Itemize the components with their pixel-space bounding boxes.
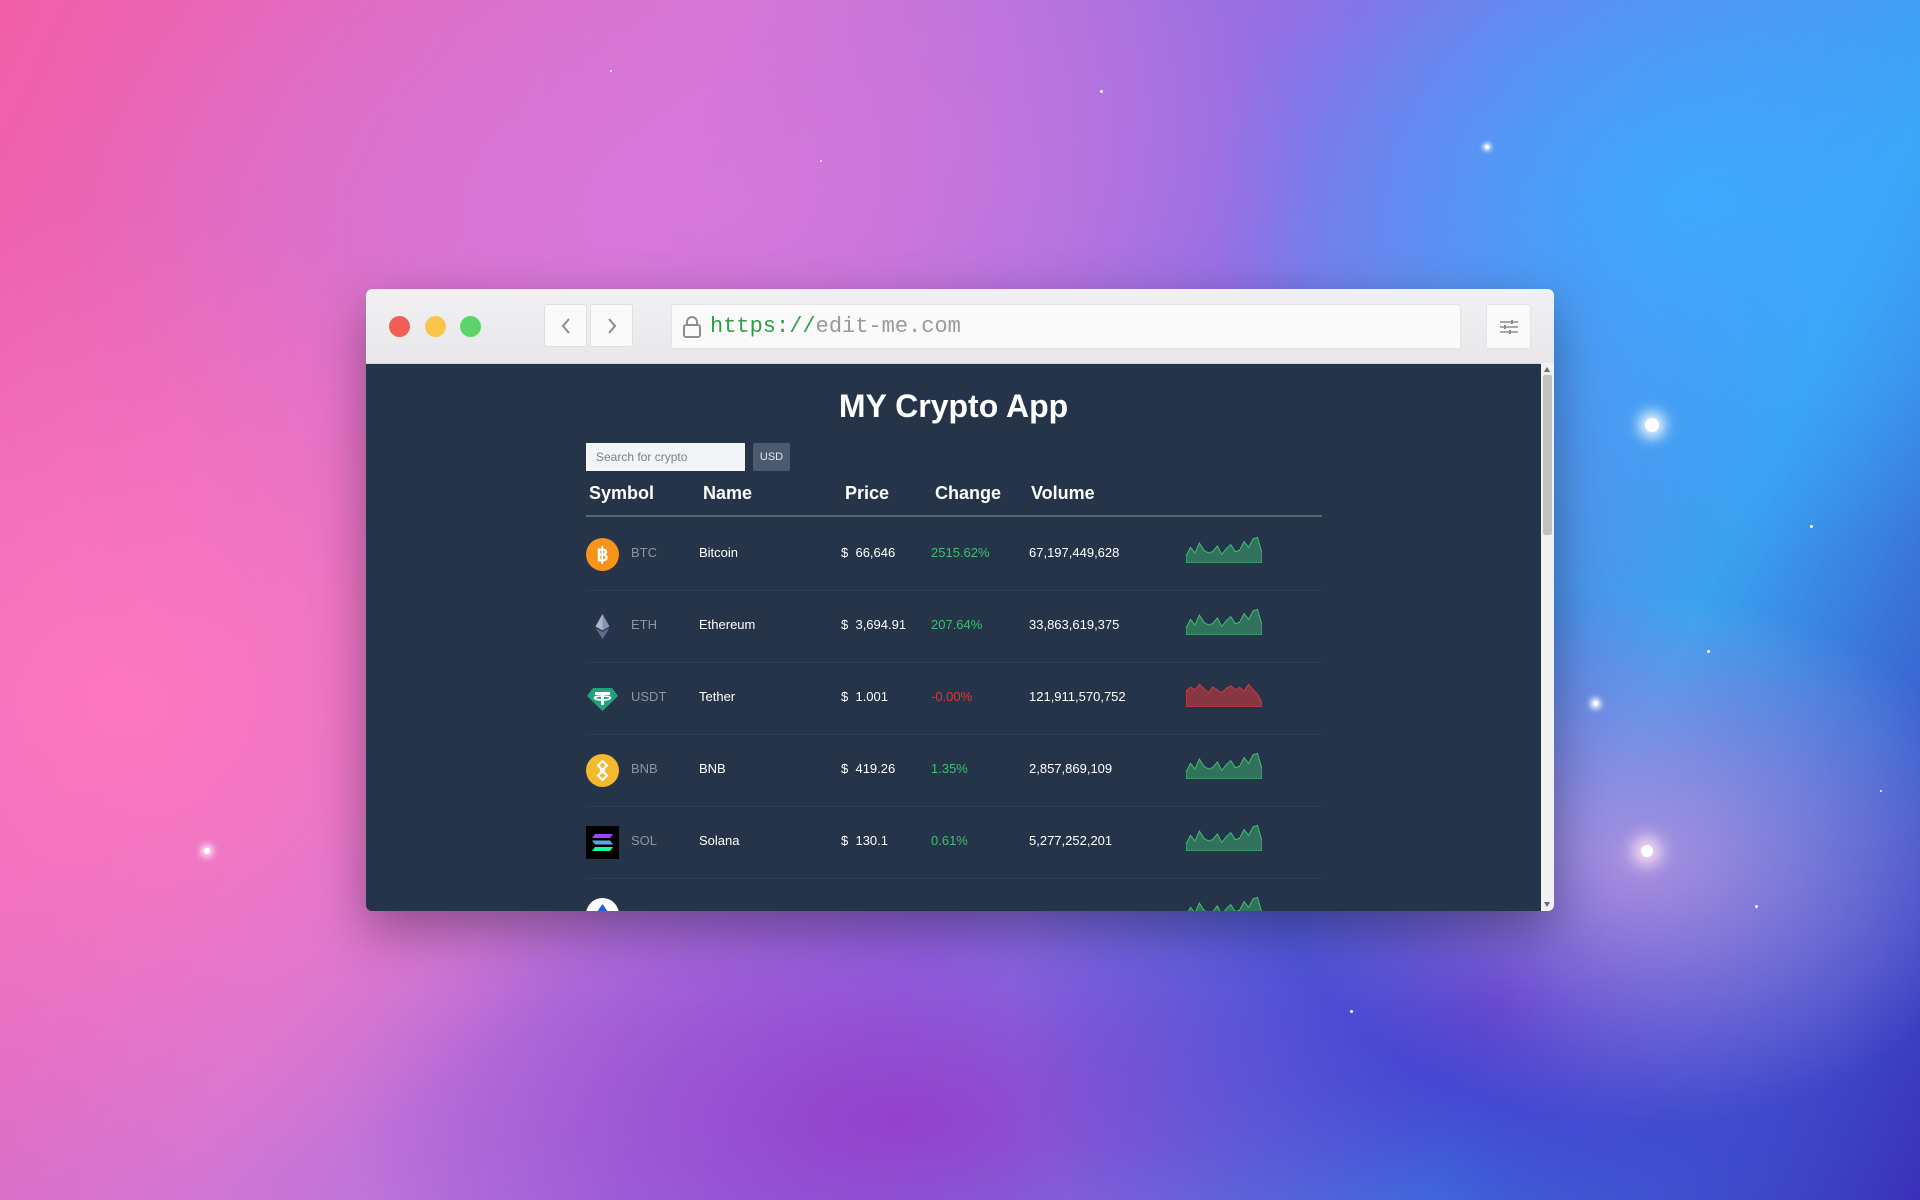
- crypto-name: BNB: [699, 761, 726, 776]
- crypto-name: Ethereum: [699, 617, 756, 632]
- table-row[interactable]: ETH Ethereum $ 3,694.91 207.64% 33,863,6…: [586, 591, 1322, 663]
- column-header-symbol: Symbol: [589, 483, 655, 503]
- crypto-volume: 5,277,252,201: [1029, 833, 1113, 848]
- minimize-window-button[interactable]: [425, 316, 446, 337]
- bitcoin-icon: ฿: [586, 538, 619, 571]
- sparkline-area: [1186, 752, 1262, 779]
- table-row[interactable]: SOL Solana $ 130.1 0.61% 5,277,252,201: [586, 807, 1322, 879]
- table-row[interactable]: [586, 879, 1322, 911]
- crypto-volume: 33,863,619,375: [1029, 617, 1120, 632]
- lock-icon: [682, 315, 702, 338]
- search-input[interactable]: [586, 443, 745, 471]
- ethereum-icon: [595, 614, 610, 639]
- browser-toolbar: https:// edit-me.com: [366, 289, 1554, 364]
- scroll-up-arrow-icon[interactable]: [1544, 367, 1550, 372]
- table-row[interactable]: ฿ BTC Bitcoin $ 66,646 2515.62% 67,197,4…: [586, 519, 1322, 591]
- column-header-price: Price: [845, 483, 890, 503]
- sparkline-area: [1186, 536, 1262, 563]
- scroll-down-arrow-icon[interactable]: [1544, 902, 1550, 907]
- currency-selector[interactable]: USD: [753, 443, 790, 471]
- crypto-symbol: BTC: [631, 545, 657, 560]
- browser-window: https:// edit-me.com MY Crypto App USD S…: [366, 289, 1554, 911]
- chevron-left-icon: [561, 317, 570, 334]
- sparkline-area: [1186, 683, 1262, 707]
- crypto-symbol: BNB: [631, 761, 658, 776]
- table-header: Symbol Name Price Change Volume: [586, 475, 1322, 517]
- svg-text:฿: ฿: [596, 545, 608, 566]
- price-sparkline: [1186, 608, 1262, 635]
- token-icon: [586, 898, 619, 911]
- crypto-change: -0.00%: [931, 689, 973, 704]
- page-title: MY Crypto App: [838, 388, 1069, 424]
- crypto-symbol: SOL: [631, 833, 658, 848]
- forward-button[interactable]: [590, 304, 633, 347]
- crypto-change: 207.64%: [931, 617, 983, 632]
- settings-button[interactable]: [1486, 304, 1531, 349]
- url-host: edit-me.com: [815, 314, 961, 339]
- table-row[interactable]: USDT Tether $ 1.001 -0.00% 121,911,570,7…: [586, 663, 1322, 735]
- sparkline-area: [1186, 824, 1262, 851]
- price-sparkline: [1186, 536, 1262, 563]
- crypto-name: Solana: [699, 833, 740, 848]
- crypto-volume: 2,857,869,109: [1029, 761, 1113, 776]
- vertical-scrollbar[interactable]: [1541, 363, 1554, 911]
- price-sparkline: [1187, 896, 1262, 911]
- url-scheme: https://: [710, 314, 816, 339]
- crypto-price: $ 1.001: [841, 689, 889, 704]
- crypto-name: Bitcoin: [699, 545, 739, 560]
- solana-icon: [586, 826, 619, 859]
- price-sparkline: [1186, 752, 1262, 779]
- sparkline-area: [1186, 608, 1262, 635]
- crypto-price: $ 419.26: [841, 761, 896, 776]
- crypto-price: $ 66,646: [841, 545, 896, 560]
- crypto-change: 2515.62%: [931, 545, 990, 560]
- back-button[interactable]: [544, 304, 587, 347]
- price-sparkline: [1186, 824, 1262, 851]
- tether-icon: [587, 688, 618, 711]
- sliders-icon: [1499, 319, 1518, 334]
- crypto-change: 1.35%: [931, 761, 968, 776]
- table-row[interactable]: BNB BNB $ 419.26 1.35% 2,857,869,109: [586, 735, 1322, 807]
- maximize-window-button[interactable]: [460, 316, 481, 337]
- column-header-name: Name: [703, 483, 753, 503]
- crypto-price: $ 3,694.91: [841, 617, 907, 632]
- column-header-volume: Volume: [1031, 483, 1095, 503]
- crypto-symbol: USDT: [631, 689, 667, 704]
- bnb-icon: [586, 754, 619, 787]
- chevron-right-icon: [607, 317, 616, 334]
- crypto-name: Tether: [699, 689, 736, 704]
- crypto-volume: 67,197,449,628: [1029, 545, 1120, 560]
- column-header-change: Change: [935, 483, 1002, 503]
- close-window-button[interactable]: [389, 316, 410, 337]
- crypto-volume: 121,911,570,752: [1029, 689, 1126, 704]
- scrollbar-thumb[interactable]: [1543, 375, 1552, 535]
- crypto-change: 0.61%: [931, 833, 968, 848]
- crypto-symbol: ETH: [631, 617, 657, 632]
- sparkline-area: [1187, 896, 1262, 911]
- page-content: MY Crypto App USD Symbol Name Price Chan…: [366, 363, 1541, 911]
- address-bar[interactable]: https:// edit-me.com: [671, 304, 1461, 349]
- price-sparkline: [1186, 683, 1262, 707]
- crypto-price: $ 130.1: [841, 833, 889, 848]
